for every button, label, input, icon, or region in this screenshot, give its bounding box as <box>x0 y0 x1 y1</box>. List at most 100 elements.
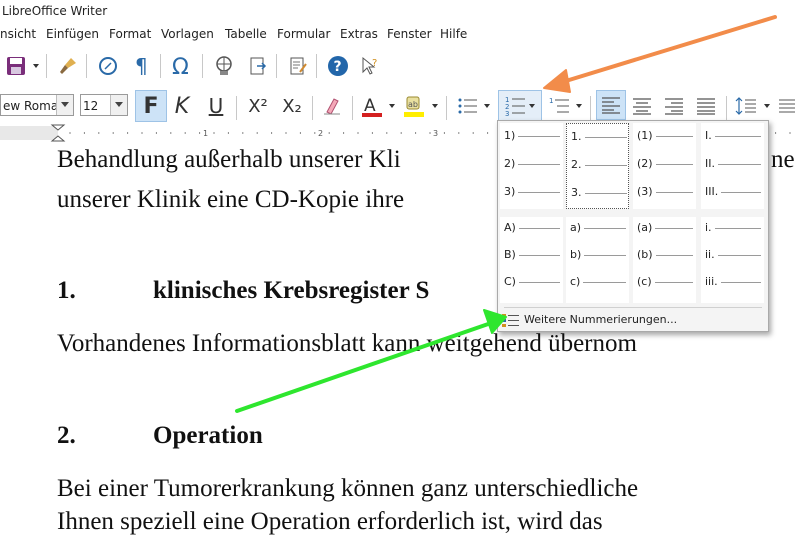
menu-vorlagen[interactable]: Vorlagen <box>161 24 214 44</box>
numbering-preset-2[interactable]: 1. 2. 3. <box>566 123 629 209</box>
align-center-button[interactable] <box>628 92 656 120</box>
ordered-list-button[interactable]: 1 2 3 <box>498 90 542 122</box>
whats-this-button[interactable]: ? <box>356 52 384 80</box>
align-right-button[interactable] <box>660 92 688 120</box>
preset-8-label-1: i. <box>705 221 712 234</box>
bold-button[interactable]: F <box>135 90 167 122</box>
toolbar-separator <box>236 96 237 120</box>
preset-7-label-2: (b) <box>637 248 653 261</box>
align-left-button[interactable] <box>596 90 626 120</box>
line-spacing-dropdown[interactable] <box>764 92 772 120</box>
menu-extras[interactable]: Extras <box>340 24 378 44</box>
toolbar-separator <box>46 54 47 78</box>
pilcrow-icon: ¶ <box>135 56 148 76</box>
chevron-down-icon[interactable] <box>56 95 73 115</box>
font-color-icon: A <box>362 96 382 117</box>
numbering-preset-8[interactable]: i. ii. iii. <box>701 217 764 303</box>
numbering-options-icon <box>502 314 519 327</box>
unordered-list-button[interactable] <box>454 92 482 120</box>
unordered-list-dropdown[interactable] <box>484 92 492 120</box>
font-size-value: 12 <box>83 99 99 113</box>
menu-hilfe[interactable]: Hilfe <box>440 24 467 44</box>
italic-label: K <box>174 93 190 119</box>
font-size-combobox[interactable]: 12 <box>80 94 128 116</box>
svg-text:?: ? <box>334 59 342 75</box>
svg-text:1: 1 <box>549 97 553 105</box>
menu-tabelle[interactable]: Tabelle <box>225 24 267 44</box>
document-line-2: unserer Klinik eine CD-Kopie ihre <box>57 186 405 213</box>
clear-formatting-button[interactable] <box>318 92 346 120</box>
toolbar-separator <box>316 54 317 78</box>
numbering-preset-3[interactable]: (1) (2) (3) <box>633 123 696 209</box>
bullet-list-icon <box>458 98 477 114</box>
paragraph-spacing-icon <box>778 99 795 113</box>
eraser-icon <box>324 98 340 115</box>
svg-text:Ω: Ω <box>172 55 189 77</box>
numbering-preset-6[interactable]: a) b) c) <box>566 217 629 303</box>
toolbar-separator <box>446 96 447 120</box>
numbering-preset-7[interactable]: (a) (b) (c) <box>633 217 696 303</box>
paintbrush-icon <box>60 58 76 74</box>
preset-1-label-1: 1) <box>504 129 516 142</box>
chevron-down-icon[interactable] <box>110 95 127 115</box>
outline-format-button[interactable]: 1 <box>546 92 574 120</box>
toolbar-separator <box>352 96 353 120</box>
menu-ansicht[interactable]: nsicht <box>0 24 36 44</box>
save-icon <box>7 57 25 75</box>
justify-icon <box>697 98 715 115</box>
paragraph-3: Bei einer Tumorerkrankung können ganz un… <box>57 475 639 502</box>
menu-bar: nsicht Einfügen Format Vorlagen Tabelle … <box>0 24 797 44</box>
preset-3-label-1: (1) <box>637 129 653 142</box>
track-changes-button[interactable] <box>284 52 312 80</box>
preset-3-label-2: (2) <box>637 157 653 170</box>
menu-format[interactable]: Format <box>109 24 151 44</box>
more-numbering-menu-item[interactable]: Weitere Nummerierungen... <box>502 311 764 329</box>
outline-format-dropdown[interactable] <box>576 92 584 120</box>
preset-1-label-2: 2) <box>504 157 516 170</box>
navigator-button[interactable] <box>94 52 122 80</box>
font-color-button[interactable]: A <box>358 92 386 120</box>
font-color-dropdown[interactable] <box>389 92 397 120</box>
paragraph-2: Vorhandenes Informationsblatt kann weitg… <box>57 330 637 357</box>
ruler-mark-3: 3 <box>433 129 438 138</box>
line-spacing-button[interactable] <box>732 92 760 120</box>
clone-formatting-button[interactable] <box>54 52 82 80</box>
insert-footnote-button[interactable] <box>244 52 272 80</box>
italic-button[interactable]: K <box>168 92 196 120</box>
paragraph-spacing-button[interactable] <box>776 92 797 120</box>
ordered-list-dropdown[interactable] <box>529 92 537 120</box>
help-button[interactable]: ? <box>324 52 352 80</box>
menu-einfuegen[interactable]: Einfügen <box>46 24 99 44</box>
numbering-preset-1[interactable]: 1) 2) 3) <box>500 123 563 209</box>
numbering-preset-4[interactable]: I. II. III. <box>701 123 764 209</box>
numbering-preset-5[interactable]: A) B) C) <box>500 217 563 303</box>
compass-icon <box>99 57 117 75</box>
special-character-button[interactable]: Ω <box>168 52 196 80</box>
align-right-icon <box>665 98 683 115</box>
highlight-color-button[interactable]: ab <box>400 92 428 120</box>
preset-8-label-3: iii. <box>705 275 718 288</box>
superscript-button[interactable]: X² <box>244 92 272 120</box>
highlight-color-dropdown[interactable] <box>432 92 440 120</box>
svg-text:3: 3 <box>505 110 509 117</box>
outline-list-icon: 1 <box>549 97 569 113</box>
subscript-button[interactable]: X₂ <box>278 92 306 120</box>
justify-button[interactable] <box>692 92 720 120</box>
svg-text:¶: ¶ <box>135 56 148 76</box>
superscript-label: X² <box>248 95 268 117</box>
underline-button[interactable]: U <box>202 92 230 120</box>
save-button[interactable] <box>2 52 30 80</box>
help-icon: ? <box>328 56 348 76</box>
font-name-combobox[interactable]: ew Roman <box>0 94 74 116</box>
menu-fenster[interactable]: Fenster <box>387 24 432 44</box>
preset-2-label-1: 1. <box>571 130 582 143</box>
save-dropdown[interactable] <box>33 52 41 80</box>
ruler-mark-2: 2 <box>318 129 323 138</box>
toolbar-separator <box>160 54 161 78</box>
toolbar-separator <box>726 96 727 120</box>
insert-hyperlink-button[interactable] <box>210 52 238 80</box>
preset-6-label-3: c) <box>570 275 581 288</box>
standard-toolbar: ¶ Ω ? ? <box>0 48 797 84</box>
menu-formular[interactable]: Formular <box>277 24 330 44</box>
formatting-marks-button[interactable]: ¶ <box>128 52 156 80</box>
